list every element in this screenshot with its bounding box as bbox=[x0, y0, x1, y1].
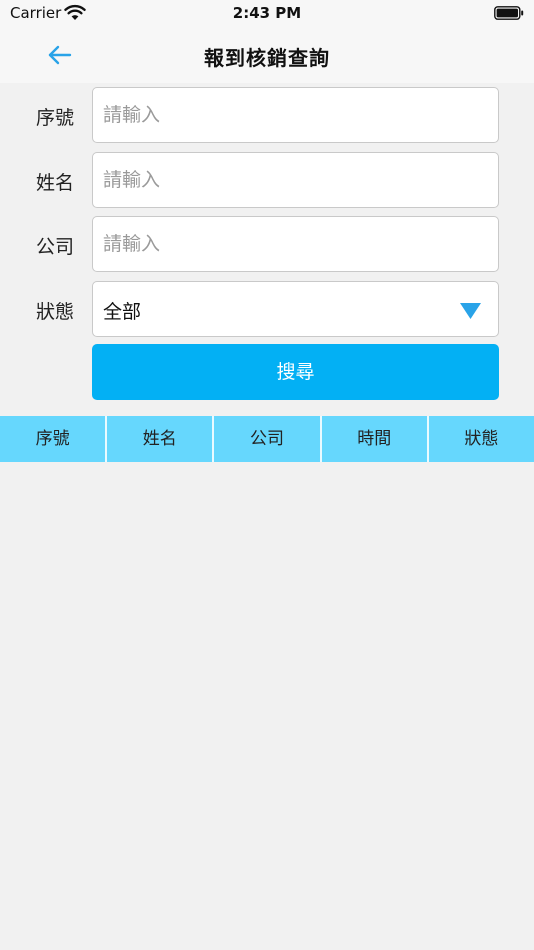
serial-label: 序號 bbox=[36, 107, 75, 129]
nav-bar: 報到核銷查詢 bbox=[0, 28, 534, 83]
page-title: 報到核銷查詢 bbox=[204, 46, 330, 70]
status-dropdown[interactable]: 全部 bbox=[92, 281, 499, 337]
serial-input[interactable] bbox=[92, 87, 499, 143]
name-label: 姓名 bbox=[36, 172, 75, 194]
serial-row: 序號 bbox=[0, 87, 534, 143]
status-row: 狀態 全部 bbox=[0, 281, 534, 337]
results-table-header: 序號 姓名 公司 時間 狀態 bbox=[0, 416, 534, 462]
status-time: 2:43 PM bbox=[232, 4, 302, 22]
column-header-status: 狀態 bbox=[464, 429, 499, 449]
status-bar: Carrier 2:43 PM bbox=[0, 0, 534, 28]
battery-icon bbox=[494, 6, 524, 20]
status-label: 狀態 bbox=[36, 301, 75, 323]
dropdown-triangle-icon bbox=[460, 303, 481, 319]
search-button[interactable]: 搜尋 bbox=[92, 344, 499, 400]
company-input[interactable] bbox=[92, 216, 499, 272]
name-input[interactable] bbox=[92, 152, 499, 208]
company-row: 公司 bbox=[0, 216, 534, 272]
column-header-time: 時間 bbox=[322, 416, 429, 462]
column-header-serial: 序號 bbox=[0, 416, 108, 462]
company-label: 公司 bbox=[36, 236, 75, 258]
column-header-name: 姓名 bbox=[107, 416, 215, 462]
status-selected-value: 全部 bbox=[103, 301, 142, 323]
name-row: 姓名 bbox=[0, 152, 534, 208]
column-header-company: 公司 bbox=[214, 416, 322, 462]
